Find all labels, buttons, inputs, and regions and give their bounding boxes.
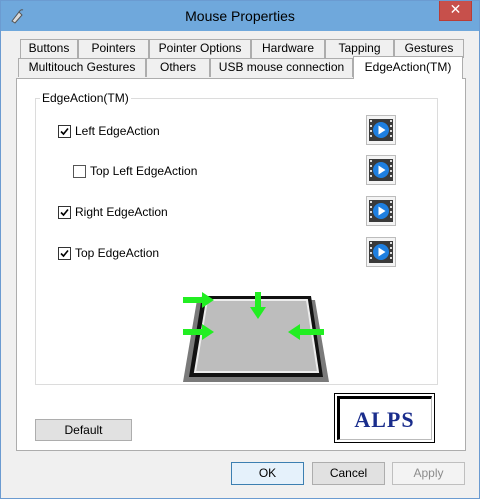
top-left-edgeaction-label: Top Left EdgeAction [90,164,198,178]
window-title: Mouse Properties [185,8,295,24]
group-legend: EdgeAction(TM) [40,91,131,105]
top-edgeaction-option[interactable]: Top EdgeAction [58,246,159,260]
top-edgeaction-label: Top EdgeAction [75,246,160,260]
top-left-edgeaction-option[interactable]: Top Left EdgeAction [73,164,197,178]
tab-pointer-options[interactable]: Pointer Options [149,39,251,58]
alps-logo-text: ALPS [354,407,415,432]
edgeaction-group: EdgeAction(TM) Left EdgeAction Top Left … [35,91,438,385]
ok-button[interactable]: OK [231,462,304,485]
default-button[interactable]: Default [35,419,132,441]
left-edgeaction-checkbox[interactable] [58,124,71,138]
left-edgeaction-option[interactable]: Left EdgeAction [58,124,160,138]
alps-logo: ALPS [334,393,435,443]
close-button[interactable]: ✕ [439,1,472,21]
cancel-button[interactable]: Cancel [312,462,385,485]
top-edgeaction-checkbox[interactable] [58,246,71,260]
right-edgeaction-option[interactable]: Right EdgeAction [58,205,168,219]
title-bar[interactable]: Mouse Properties ✕ [1,1,479,31]
top-left-edgeaction-checkbox[interactable] [73,164,86,178]
tab-others[interactable]: Others [146,58,210,77]
play-video-icon [369,119,393,141]
tab-hardware[interactable]: Hardware [251,39,325,58]
touchpad-edge-illustration [183,292,329,382]
tab-panel: EdgeAction(TM) Left EdgeAction Top Left … [16,78,466,451]
top-left-edgeaction-play-button[interactable] [366,155,396,185]
top-edgeaction-play-button[interactable] [366,237,396,267]
mouse-properties-window: Mouse Properties ✕ Buttons Pointers Poin… [0,0,480,499]
tab-usb-mouse-connection[interactable]: USB mouse connection [210,58,353,77]
right-edgeaction-checkbox[interactable] [58,205,71,219]
tab-buttons[interactable]: Buttons [20,39,78,58]
tab-multitouch-gestures[interactable]: Multitouch Gestures [18,58,146,77]
apply-button[interactable]: Apply [392,462,465,485]
play-video-icon [369,241,393,263]
tab-pointers[interactable]: Pointers [78,39,149,58]
right-edgeaction-play-button[interactable] [366,196,396,226]
left-edgeaction-play-button[interactable] [366,115,396,145]
play-video-icon [369,159,393,181]
left-edgeaction-label: Left EdgeAction [75,124,160,138]
right-edgeaction-label: Right EdgeAction [75,205,168,219]
tab-edgeaction[interactable]: EdgeAction(TM) [353,56,463,79]
play-video-icon [369,200,393,222]
